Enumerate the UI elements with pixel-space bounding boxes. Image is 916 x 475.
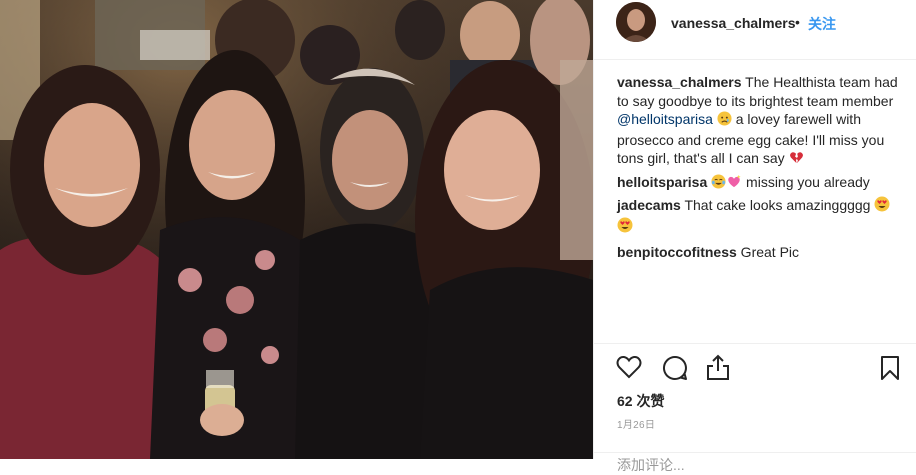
sparkling-heart-icon <box>726 174 742 194</box>
comments-list: vanessa_chalmers The Healthista team had… <box>617 73 909 265</box>
post-actions: 62 次赞 1月26日 添加评论... <box>594 343 916 473</box>
comment-username[interactable]: benpitoccofitness <box>617 244 737 260</box>
post-date: 1月26日 <box>617 420 656 431</box>
heart-eyes-icon <box>617 217 633 238</box>
avatar[interactable] <box>616 2 656 42</box>
heart-icon[interactable] <box>616 355 642 384</box>
heart-eyes-icon <box>874 196 890 217</box>
comment-username[interactable]: vanessa_chalmers <box>617 74 742 90</box>
like-count[interactable]: 62 次赞 <box>617 391 664 411</box>
tears-of-joy-icon <box>711 173 726 194</box>
share-icon[interactable] <box>705 353 731 386</box>
comment-icon[interactable] <box>662 355 688 386</box>
sad-face-icon <box>717 111 732 131</box>
post-panel: vanessa_chalmers • 关注 vanessa_chalmers T… <box>593 0 916 473</box>
comment-username[interactable]: helloitsparisa <box>617 174 707 190</box>
add-comment-bar[interactable]: 添加评论... <box>594 452 916 473</box>
comment-text: That cake looks amazinggggg <box>680 197 875 213</box>
caption-comment: vanessa_chalmers The Healthista team had… <box>617 73 909 170</box>
comment-row: jadecams That cake looks amazinggggg <box>617 196 909 237</box>
comment-text: Great Pic <box>736 244 800 260</box>
comment-row: benpitoccofitness Great Pic <box>617 243 909 262</box>
bookmark-icon[interactable] <box>879 355 901 386</box>
post-header: vanessa_chalmers • 关注 <box>594 0 916 60</box>
add-comment-input[interactable]: 添加评论... <box>617 455 685 475</box>
mention-link[interactable]: @helloitsparisa <box>617 111 713 127</box>
broken-heart-icon <box>789 150 804 170</box>
comment-row: helloitsparisa missing you already <box>617 173 909 194</box>
follow-button[interactable]: 关注 <box>808 14 836 34</box>
header-separator: • <box>795 14 800 30</box>
post-author-username[interactable]: vanessa_chalmers <box>671 15 796 31</box>
comment-username[interactable]: jadecams <box>617 197 681 213</box>
comment-text: missing you already <box>742 173 870 190</box>
post-photo[interactable] <box>0 0 593 459</box>
